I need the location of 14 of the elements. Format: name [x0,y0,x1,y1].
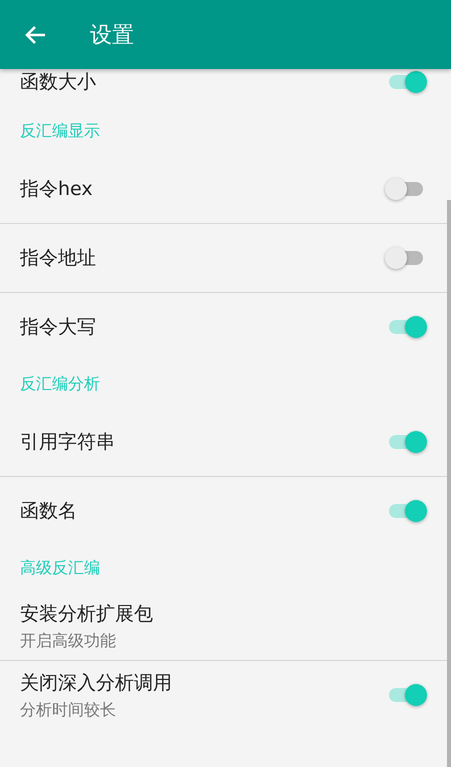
section-title: 高级反汇编 [20,558,100,579]
setting-summary: 分析时间较长 [20,700,117,720]
setting-title: 函数名 [20,499,78,524]
page-title: 设置 [90,22,134,50]
setting-title: 指令地址 [20,246,97,271]
section-title: 反汇编分析 [20,374,100,395]
setting-title: 指令hex [20,177,94,202]
setting-title: 关闭深入分析调用 [20,670,173,696]
setting-title: 函数大小 [20,70,97,95]
setting-title: 引用字符串 [20,430,116,455]
section-title: 反汇编显示 [20,121,100,142]
setting-title: 指令大写 [20,315,97,340]
setting-summary: 开启高级功能 [20,630,117,652]
setting-title: 安装分析扩展包 [20,602,154,626]
